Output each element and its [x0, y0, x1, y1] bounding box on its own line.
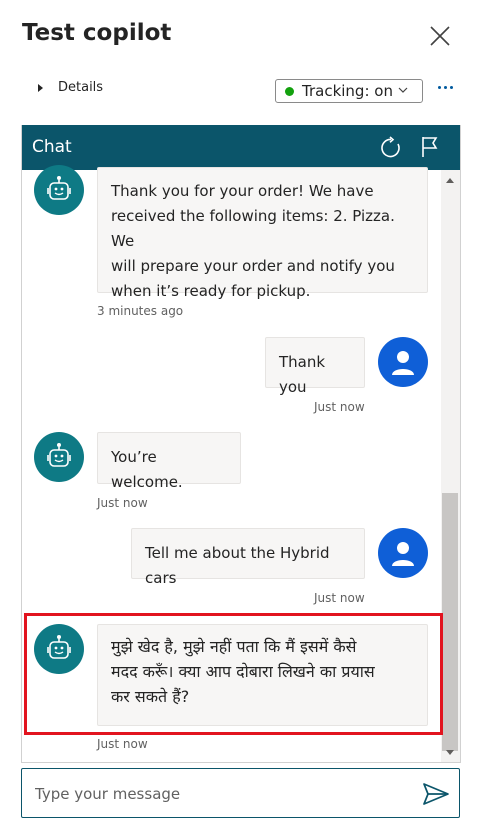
- user-icon: [392, 351, 414, 375]
- bot-icon: [47, 176, 71, 200]
- user-avatar: [378, 337, 428, 387]
- message-line: Thank you for your order! We have: [111, 182, 374, 200]
- details-toggle[interactable]: Details: [38, 80, 103, 95]
- message-timestamp: 3 minutes ago: [97, 304, 184, 318]
- scrollbar-thumb[interactable]: [442, 493, 458, 751]
- highlight-box: [24, 613, 443, 735]
- chat-title: Chat: [32, 137, 72, 157]
- caret-right-icon: [38, 83, 43, 92]
- message-timestamp: Just now: [314, 591, 365, 605]
- bot-icon: [47, 443, 71, 467]
- user-message-bubble: Thank you: [265, 337, 365, 396]
- chat-scrollbar[interactable]: [441, 170, 460, 762]
- message-line: received the following items: 2. Pizza. …: [111, 207, 395, 250]
- scroll-up-arrow-icon[interactable]: [446, 178, 454, 183]
- message-line: You’re welcome.: [111, 448, 183, 491]
- tracking-dropdown[interactable]: Tracking: on: [275, 79, 423, 103]
- user-avatar: [378, 528, 428, 578]
- send-icon[interactable]: [422, 782, 450, 806]
- message-line: when it’s ready for pickup.: [111, 282, 311, 300]
- message-timestamp: Just now: [97, 496, 148, 510]
- chat-header: Chat: [22, 125, 460, 170]
- message-line: Tell me about the Hybrid cars: [145, 544, 330, 587]
- bot-message-bubble: You’re welcome.: [97, 432, 241, 491]
- message-line: Thank you: [279, 353, 326, 396]
- message-timestamp: Just now: [97, 737, 148, 751]
- tracking-label: Tracking: on: [302, 82, 393, 100]
- bot-avatar: [34, 165, 84, 215]
- flag-icon[interactable]: [420, 136, 440, 158]
- message-timestamp: Just now: [314, 400, 365, 414]
- user-message-bubble: Tell me about the Hybrid cars: [131, 528, 365, 587]
- more-icon[interactable]: [438, 86, 453, 89]
- message-line: will prepare your order and notify you: [111, 257, 395, 275]
- refresh-icon[interactable]: [379, 136, 403, 160]
- user-icon: [392, 542, 414, 566]
- details-label: Details: [58, 80, 104, 95]
- close-icon[interactable]: [428, 24, 452, 48]
- panel-title: Test copilot: [22, 20, 172, 46]
- bot-avatar: [34, 432, 84, 482]
- tracking-status-dot: [285, 86, 294, 96]
- scroll-down-arrow-icon[interactable]: [446, 750, 454, 755]
- message-input-box[interactable]: [21, 768, 460, 818]
- chevron-down-icon: [398, 87, 408, 93]
- message-input[interactable]: [33, 781, 407, 807]
- bot-message-bubble: Thank you for your order! We have receiv…: [97, 167, 428, 300]
